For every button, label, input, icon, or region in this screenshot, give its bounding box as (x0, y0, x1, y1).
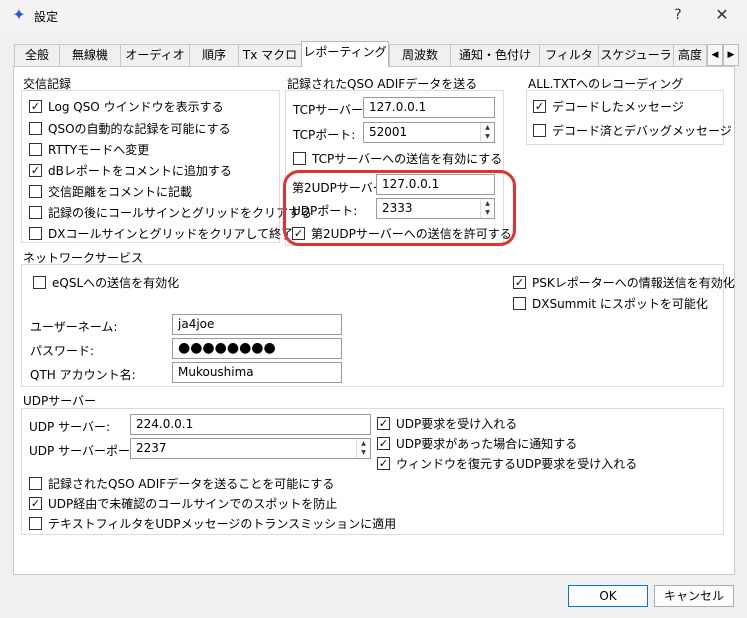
checkbox-icon (29, 227, 42, 240)
close-button[interactable]: ✕ (712, 5, 732, 25)
checkbox-icon (293, 152, 306, 165)
qth-account-label: QTH アカウント名: (30, 368, 136, 382)
checkbox-icon: ✓ (29, 164, 42, 177)
checkbox-icon: ✓ (377, 417, 390, 430)
tcp-server-input[interactable]: 127.0.0.1 (363, 97, 495, 118)
prevent-unverified-spots-checkbox[interactable]: ✓ UDP経由で未確認のコールサインでのスポットを防止 (29, 495, 337, 512)
tab-general[interactable]: 全般 (14, 44, 60, 66)
tab-reporting[interactable]: レポーティング (301, 41, 389, 67)
password-label: パスワード: (30, 344, 95, 358)
tab-filters[interactable]: フィルタ (539, 44, 599, 66)
udp-section-title: UDPサーバー (23, 394, 97, 408)
tab-scroll-right-icon[interactable]: ▶ (723, 44, 739, 66)
checkbox-icon (29, 517, 42, 530)
checkbox-icon (29, 477, 42, 490)
tab-radio[interactable]: 無線機 (59, 44, 121, 66)
eqsl-checkbox[interactable]: eQSLへの送信を有効化 (33, 274, 179, 291)
clear-after-log-checkbox[interactable]: 記録の後にコールサインとグリッドをクリアする (29, 204, 312, 221)
accept-udp-checkbox[interactable]: ✓ UDP要求を受け入れる (377, 415, 517, 432)
checkbox-icon (29, 143, 42, 156)
checkbox-icon (513, 297, 526, 310)
checkbox-icon: ✓ (377, 437, 390, 450)
help-button[interactable]: ? (668, 5, 688, 25)
checkbox-icon (29, 206, 42, 219)
udp-server-label: UDP サーバー: (29, 420, 110, 434)
notify-udp-checkbox[interactable]: ✓ UDP要求があった場合に通知する (377, 435, 577, 452)
send-adif-udp-checkbox[interactable]: 記録されたQSO ADIFデータを送ることを可能にする (29, 475, 334, 492)
checkbox-icon: ✓ (533, 100, 546, 113)
username-label: ユーザーネーム: (30, 320, 118, 334)
qth-account-input[interactable]: Mukoushima (172, 362, 342, 383)
log-qso-window-checkbox[interactable]: ✓ Log QSO ウインドウを表示する (29, 98, 224, 115)
tcp-enable-checkbox[interactable]: TCPサーバーへの送信を有効にする (293, 150, 502, 167)
distance-comment-checkbox[interactable]: 交信距離をコメントに記載 (29, 183, 192, 200)
tcp-port-spinbox[interactable]: 52001 ▲ ▼ (363, 122, 495, 143)
tab-frequencies[interactable]: 周波数 (389, 44, 451, 66)
tcp-port-label: TCPポート: (293, 128, 356, 142)
tab-audio[interactable]: オーディオ (120, 44, 190, 66)
udp-server-port-spinbox[interactable]: 2237 ▲ ▼ (130, 438, 371, 459)
rtty-mode-checkbox[interactable]: RTTYモードへ変更 (29, 141, 149, 158)
checkbox-icon (29, 185, 42, 198)
checkbox-icon: ✓ (377, 457, 390, 470)
checkbox-icon (33, 276, 46, 289)
red-highlight-annotation (283, 170, 516, 246)
app-icon: ✦ (12, 5, 26, 24)
spin-arrows-icon[interactable]: ▲ ▼ (356, 439, 370, 458)
checkbox-icon (533, 124, 546, 137)
tcp-server-label: TCPサーバー: (293, 103, 368, 117)
checkbox-icon (29, 122, 42, 135)
udp-server-input[interactable]: 224.0.0.1 (130, 414, 371, 435)
password-input[interactable]: ●●●●●●●● (172, 338, 342, 359)
checkbox-icon: ✓ (29, 497, 42, 510)
checkbox-icon: ✓ (513, 276, 526, 289)
restore-window-udp-checkbox[interactable]: ✓ ウィンドウを復元するUDP要求を受け入れる (377, 455, 637, 472)
text-filter-udp-checkbox[interactable]: テキストフィルタをUDPメッセージのトランスミッションに適用 (29, 515, 396, 532)
window-title: 設定 (34, 10, 59, 24)
clear-dx-exit-checkbox[interactable]: DXコールサインとグリッドをクリアして終了 (29, 225, 293, 242)
ok-button[interactable]: OK (568, 585, 648, 607)
tab-scroll-left-icon[interactable]: ◀ (707, 44, 723, 66)
decoded-messages-checkbox[interactable]: ✓ デコードしたメッセージ (533, 98, 684, 115)
title-bar (0, 0, 747, 32)
checkbox-icon: ✓ (29, 100, 42, 113)
tab-sequencing[interactable]: 順序 (189, 44, 239, 66)
udp-server-port-label: UDP サーバーポート: (29, 444, 146, 458)
psk-reporter-checkbox[interactable]: ✓ PSKレポーターへの情報送信を有効化 (513, 274, 735, 291)
dxsummit-checkbox[interactable]: DXSummit にスポットを可能化 (513, 295, 708, 312)
spin-arrows-icon[interactable]: ▲ ▼ (480, 123, 494, 142)
tab-notifications[interactable]: 通知・色付け (450, 44, 540, 66)
tab-scheduler[interactable]: スケジューラ (598, 44, 674, 66)
tab-advanced[interactable]: 高度 (673, 44, 707, 66)
tab-tx-macros[interactable]: Tx マクロ (238, 44, 302, 66)
db-report-comment-checkbox[interactable]: ✓ dBレポートをコメントに追加する (29, 162, 232, 179)
username-input[interactable]: ja4joe (172, 314, 342, 335)
cancel-button[interactable]: キャンセル (654, 585, 734, 607)
auto-log-checkbox[interactable]: QSOの自動的な記録を可能にする (29, 120, 231, 137)
decoded-debug-checkbox[interactable]: デコード済とデバッグメッセージ (533, 122, 732, 139)
